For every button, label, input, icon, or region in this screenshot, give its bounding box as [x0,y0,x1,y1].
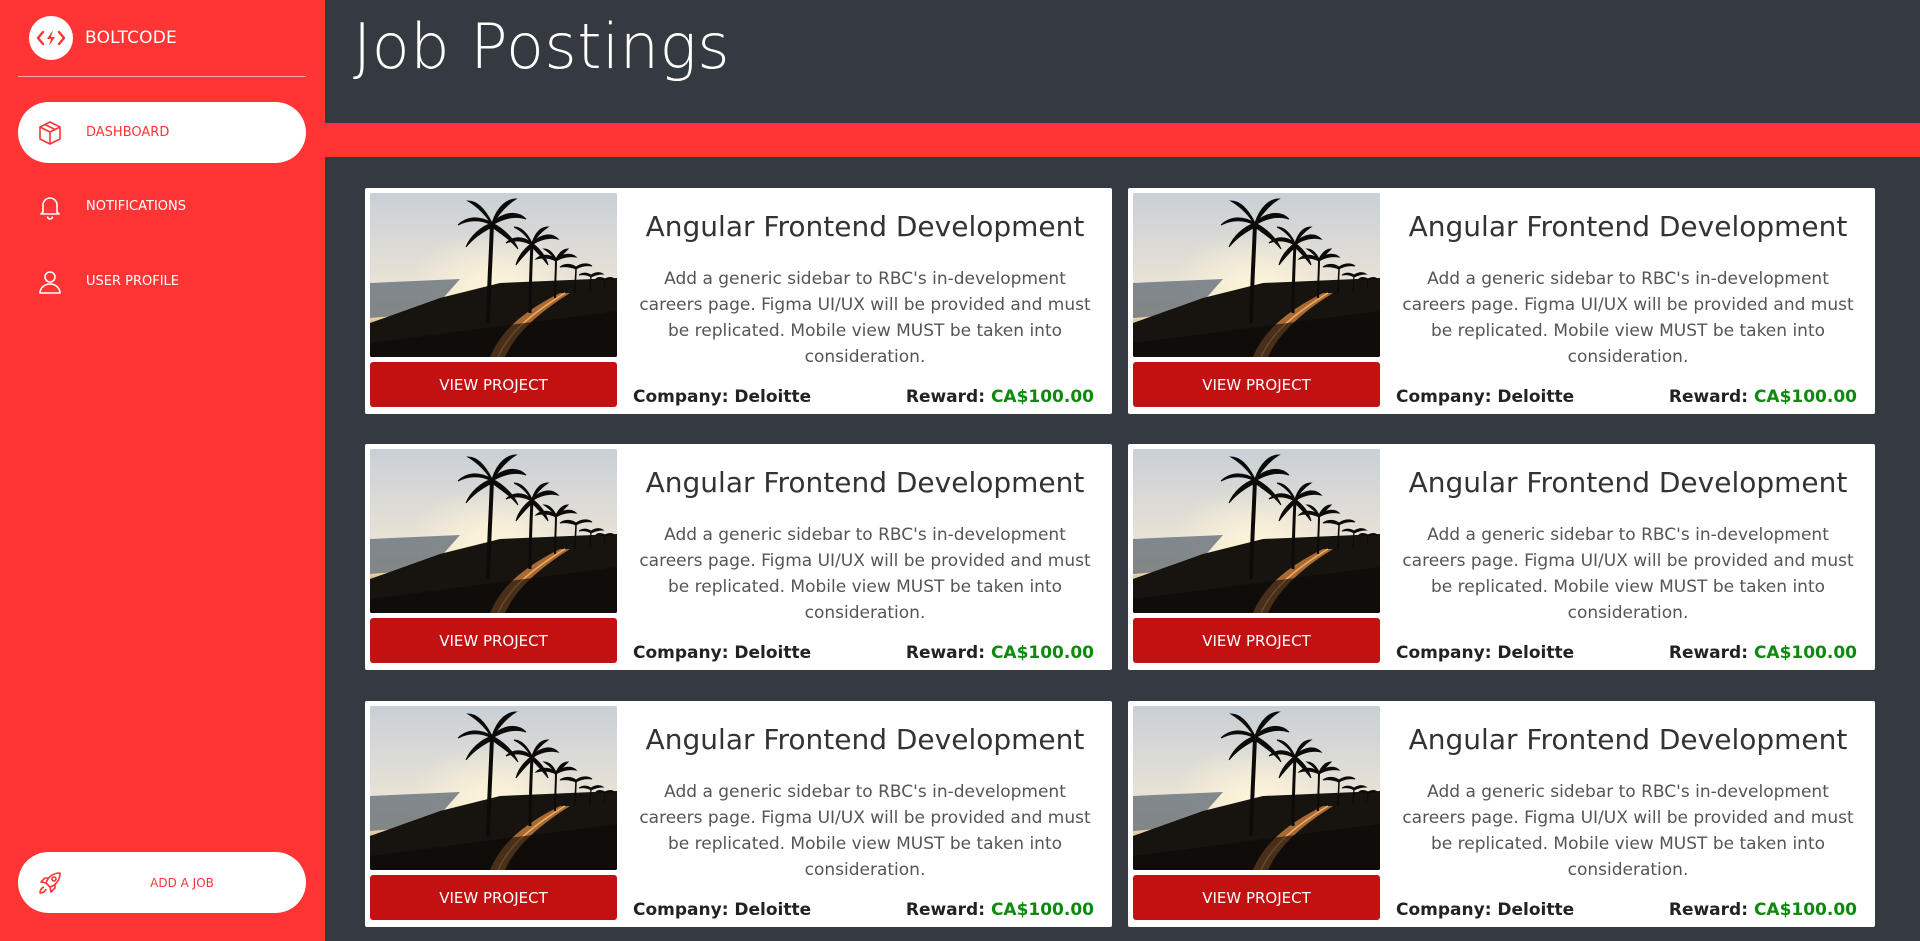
view-project-button[interactable]: VIEW PROJECT [370,362,617,407]
job-card-image [370,193,617,357]
job-description: Add a generic sidebar to RBC's in-develo… [639,525,1091,623]
reward-value: CA$100.00 [1753,643,1857,663]
reward-label: Reward: [905,643,986,663]
add-job-button[interactable]: ADD A JOB [18,852,306,913]
brand[interactable]: BOLTCODE [29,16,177,60]
job-company: Company: Deloitte [633,643,812,663]
view-project-button[interactable]: VIEW PROJECT [370,618,617,663]
job-card-image [370,706,617,870]
job-reward: Reward: CA$100.00 [1669,643,1857,663]
job-card-image [1133,449,1380,613]
sidebar: BOLTCODE DASHBOARD NOTIFICATIONS USER PR… [0,0,325,941]
page-title: Job Postings [353,10,731,83]
user-icon [36,268,64,296]
job-reward: Reward: CA$100.00 [1669,900,1857,920]
bell-icon [36,193,64,221]
code-bolt-logo-icon [29,16,73,60]
reward-value: CA$100.00 [990,643,1094,663]
job-company: Company: Deloitte [633,900,812,920]
reward-label: Reward: [905,387,986,407]
reward-value: CA$100.00 [990,387,1094,407]
job-reward: Reward: CA$100.00 [906,387,1094,407]
reward-label: Reward: [1668,900,1749,920]
job-company: Company: Deloitte [1396,900,1575,920]
job-title: Angular Frontend Development [645,210,1085,243]
job-title: Angular Frontend Development [1408,466,1848,499]
job-description: Add a generic sidebar to RBC's in-develo… [1402,782,1854,880]
job-card: VIEW PROJECT Angular Frontend Developmen… [365,444,1112,670]
job-card: VIEW PROJECT Angular Frontend Developmen… [365,701,1112,927]
job-card-image [1133,193,1380,357]
job-title: Angular Frontend Development [645,466,1085,499]
view-project-button[interactable]: VIEW PROJECT [1133,362,1380,407]
view-project-button[interactable]: VIEW PROJECT [1133,618,1380,663]
job-reward: Reward: CA$100.00 [906,643,1094,663]
reward-value: CA$100.00 [1753,900,1857,920]
job-company: Company: Deloitte [633,387,812,407]
view-project-button[interactable]: VIEW PROJECT [1133,875,1380,920]
box-icon [36,119,64,147]
job-description: Add a generic sidebar to RBC's in-develo… [1402,269,1854,367]
job-company: Company: Deloitte [1396,387,1575,407]
sidebar-item-label: NOTIFICATIONS [86,199,186,214]
sidebar-item-label: USER PROFILE [86,274,180,289]
job-reward: Reward: CA$100.00 [1669,387,1857,407]
job-title: Angular Frontend Development [645,723,1085,756]
reward-label: Reward: [1668,643,1749,663]
job-card: VIEW PROJECT Angular Frontend Developmen… [1128,188,1875,414]
sidebar-item-dashboard[interactable]: DASHBOARD [18,102,306,163]
sidebar-item-user-profile[interactable]: USER PROFILE [18,251,306,312]
job-description: Add a generic sidebar to RBC's in-develo… [639,782,1091,880]
brand-name: BOLTCODE [85,28,177,48]
job-title: Angular Frontend Development [1408,210,1848,243]
header-accent-band [325,123,1920,157]
reward-label: Reward: [1668,387,1749,407]
reward-value: CA$100.00 [1753,387,1857,407]
job-card: VIEW PROJECT Angular Frontend Developmen… [1128,701,1875,927]
job-card: VIEW PROJECT Angular Frontend Developmen… [1128,444,1875,670]
job-card-image [1133,706,1380,870]
job-card: VIEW PROJECT Angular Frontend Developmen… [365,188,1112,414]
sidebar-item-notifications[interactable]: NOTIFICATIONS [18,176,306,237]
add-job-label: ADD A JOB [150,875,214,890]
job-description: Add a generic sidebar to RBC's in-develo… [1402,525,1854,623]
reward-label: Reward: [905,900,986,920]
job-title: Angular Frontend Development [1408,723,1848,756]
job-description: Add a generic sidebar to RBC's in-develo… [639,269,1091,367]
view-project-button[interactable]: VIEW PROJECT [370,875,617,920]
sidebar-divider [18,76,306,77]
reward-value: CA$100.00 [990,900,1094,920]
job-reward: Reward: CA$100.00 [906,900,1094,920]
job-company: Company: Deloitte [1396,643,1575,663]
job-card-image [370,449,617,613]
sidebar-item-label: DASHBOARD [86,125,170,140]
